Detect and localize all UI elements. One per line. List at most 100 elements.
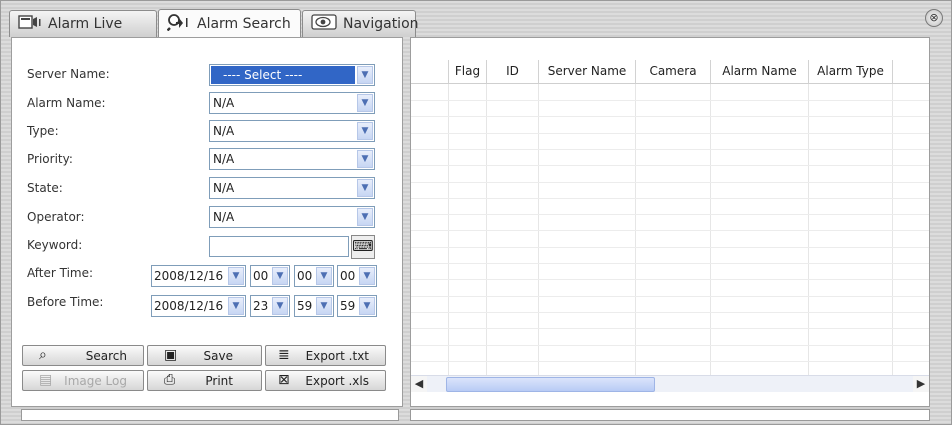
chevron-down-icon[interactable]: ▼ (228, 267, 244, 285)
grid-row-line (411, 132, 929, 134)
status-bar-right (410, 409, 930, 421)
operator-label: Operator: (27, 210, 85, 224)
grid-row-line (411, 279, 929, 281)
column-header-camera[interactable]: Camera (636, 60, 711, 84)
grid-row-line (411, 100, 929, 101)
after-hour-value: 00 (253, 269, 269, 283)
horizontal-scrollbar[interactable]: ◀ ▶ (411, 375, 929, 392)
before-minute-select[interactable]: 59 ▼ (294, 295, 334, 317)
print-button-label: Print (205, 374, 233, 388)
grid-row-line (411, 165, 929, 167)
priority-select[interactable]: N/A ▼ (209, 148, 375, 170)
state-select[interactable]: N/A ▼ (209, 177, 375, 199)
alarm-name-value: N/A (213, 96, 235, 110)
column-header-alarm-name[interactable]: Alarm Name (711, 60, 809, 84)
grid-row-line (411, 230, 929, 232)
search-icon (166, 13, 191, 35)
after-second-value: 00 (340, 269, 356, 283)
alarm-name-select[interactable]: N/A ▼ (209, 92, 375, 114)
results-grid[interactable]: Flag ID Server Name Camera Alarm Name Al… (410, 37, 930, 407)
eye-icon (311, 13, 337, 35)
search-icon: ⌕ (39, 347, 47, 363)
search-button[interactable]: ⌕ Search (22, 345, 144, 366)
grid-row-line (411, 311, 929, 313)
after-minute-select[interactable]: 00 ▼ (294, 265, 334, 287)
status-bar-left (21, 409, 399, 421)
priority-value: N/A (213, 152, 235, 166)
tab-label: Alarm Live (48, 16, 123, 32)
export-text-icon: ≣ (278, 347, 290, 363)
keyword-input[interactable] (209, 236, 349, 257)
tab-alarm-search[interactable]: Alarm Search (158, 9, 301, 38)
before-second-value: 59 (340, 299, 356, 313)
chevron-down-icon[interactable]: ▼ (316, 297, 332, 315)
after-date-value: 2008/12/16 (154, 269, 224, 283)
chevron-down-icon[interactable]: ▼ (357, 208, 373, 226)
column-header-alarm-type[interactable]: Alarm Type (809, 60, 893, 84)
chevron-down-icon[interactable]: ▼ (359, 267, 375, 285)
server-name-select[interactable]: ---- Select ---- ▼ (209, 64, 375, 86)
export-txt-button[interactable]: ≣ Export .txt (265, 345, 386, 366)
after-second-select[interactable]: 00 ▼ (337, 265, 377, 287)
chevron-down-icon[interactable]: ▼ (357, 150, 373, 168)
grid-row-line (411, 328, 929, 330)
grid-row-line (411, 344, 929, 346)
image-log-icon: ▤ (39, 372, 53, 388)
chevron-down-icon[interactable]: ▼ (359, 297, 375, 315)
keyword-label: Keyword: (27, 238, 83, 252)
type-select[interactable]: N/A ▼ (209, 120, 375, 142)
chevron-down-icon[interactable]: ▼ (357, 122, 373, 140)
before-hour-value: 23 (253, 299, 269, 313)
print-button[interactable]: ⎙ Print (147, 370, 262, 391)
chevron-down-icon[interactable]: ▼ (357, 66, 373, 84)
search-button-label: Search (85, 349, 127, 363)
video-icon (18, 13, 42, 35)
after-hour-select[interactable]: 00 ▼ (250, 265, 290, 287)
image-log-button[interactable]: ▤ Image Log (22, 370, 144, 391)
alarm-name-label: Alarm Name: (27, 96, 106, 110)
save-button[interactable]: ▣ Save (147, 345, 262, 366)
column-header-id[interactable]: ID (487, 60, 539, 84)
before-second-select[interactable]: 59 ▼ (337, 295, 377, 317)
grid-row-line (411, 197, 929, 199)
type-value: N/A (213, 124, 235, 138)
export-xls-button[interactable]: ⊠ Export .xls (265, 370, 386, 391)
grid-row-line (411, 116, 929, 118)
chevron-down-icon[interactable]: ▼ (357, 179, 373, 197)
export-excel-icon: ⊠ (278, 372, 290, 388)
printer-icon: ⎙ (164, 372, 176, 388)
before-hour-select[interactable]: 23 ▼ (250, 295, 290, 317)
priority-label: Priority: (27, 152, 73, 166)
chevron-down-icon[interactable]: ▼ (357, 94, 373, 112)
before-date-select[interactable]: 2008/12/16 ▼ (151, 295, 246, 317)
tab-label: Navigation (343, 16, 419, 32)
chevron-down-icon[interactable]: ▼ (272, 297, 288, 315)
close-icon[interactable]: ⊗ (925, 9, 943, 27)
server-name-value: ---- Select ---- (211, 66, 355, 84)
grid-row-line (411, 148, 929, 150)
scroll-left-icon[interactable]: ◀ (411, 376, 427, 392)
after-minute-value: 00 (297, 269, 313, 283)
before-minute-value: 59 (297, 299, 313, 313)
chevron-down-icon[interactable]: ▼ (272, 267, 288, 285)
chevron-down-icon[interactable]: ▼ (316, 267, 332, 285)
column-header-filler (893, 60, 929, 84)
column-header-server-name[interactable]: Server Name (539, 60, 636, 84)
grid-row-line (411, 295, 929, 297)
chevron-down-icon[interactable]: ▼ (228, 297, 244, 315)
scrollbar-thumb[interactable] (446, 377, 655, 392)
tab-alarm-live[interactable]: Alarm Live (9, 10, 157, 37)
operator-select[interactable]: N/A ▼ (209, 206, 375, 228)
keyboard-icon[interactable]: ⌨ (351, 235, 375, 259)
tab-label: Alarm Search (197, 16, 291, 32)
operator-value: N/A (213, 210, 235, 224)
type-label: Type: (27, 124, 59, 138)
tab-navigation[interactable]: Navigation (302, 10, 419, 37)
server-name-label: Server Name: (27, 67, 110, 81)
after-time-label: After Time: (27, 266, 94, 280)
column-header-flag[interactable]: Flag (449, 60, 487, 84)
after-date-select[interactable]: 2008/12/16 ▼ (151, 265, 246, 287)
scroll-right-icon[interactable]: ▶ (913, 376, 929, 392)
export-txt-label: Export .txt (305, 349, 369, 363)
grid-row-line (411, 360, 929, 362)
